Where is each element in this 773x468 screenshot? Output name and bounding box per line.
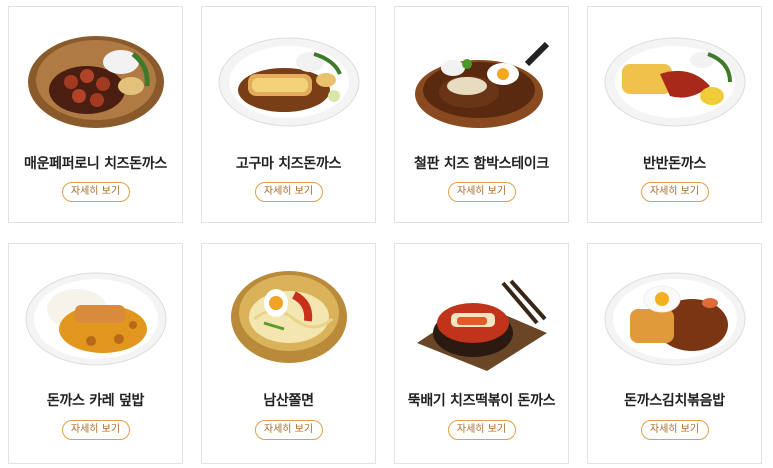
pepperoni-cutlet-dish-icon[interactable] <box>9 21 182 139</box>
menu-grid: 매운페퍼로니 치즈돈까스 자세히 보기 고구마 치즈돈까스 자세히 보기 철판 … <box>0 0 773 468</box>
menu-card[interactable]: 철판 치즈 함박스테이크 자세히 보기 <box>394 6 569 223</box>
detail-button[interactable]: 자세히 보기 <box>254 182 323 202</box>
menu-item-name: 돈까스김치볶음밥 <box>624 393 725 409</box>
half-half-cutlet-dish-icon[interactable] <box>588 21 761 139</box>
menu-item-name: 반반돈까스 <box>643 156 706 172</box>
menu-item-name: 매운페퍼로니 치즈돈까스 <box>24 156 167 172</box>
detail-button[interactable]: 자세히 보기 <box>254 420 323 440</box>
kimchi-fried-rice-cutlet-icon[interactable] <box>588 260 761 378</box>
cold-noodle-bowl-icon[interactable] <box>202 260 375 378</box>
sweet-potato-cutlet-dish-icon[interactable] <box>202 21 375 139</box>
cutlet-curry-rice-icon[interactable] <box>9 260 182 378</box>
menu-card[interactable]: 뚝배기 치즈떡볶이 돈까스 자세히 보기 <box>394 243 569 464</box>
menu-card[interactable]: 반반돈까스 자세히 보기 <box>587 6 762 223</box>
menu-item-name: 뚝배기 치즈떡볶이 돈까스 <box>407 393 556 409</box>
hamburg-steak-sizzling-plate-icon[interactable] <box>395 21 568 139</box>
menu-item-name: 고구마 치즈돈까스 <box>235 156 342 172</box>
menu-card[interactable]: 고구마 치즈돈까스 자세히 보기 <box>201 6 376 223</box>
menu-card[interactable]: 매운페퍼로니 치즈돈까스 자세히 보기 <box>8 6 183 223</box>
detail-button[interactable]: 자세히 보기 <box>447 182 516 202</box>
menu-card[interactable]: 남산쫄면 자세히 보기 <box>201 243 376 464</box>
detail-button[interactable]: 자세히 보기 <box>640 182 709 202</box>
menu-item-name: 남산쫄면 <box>263 393 314 409</box>
menu-item-name: 철판 치즈 함박스테이크 <box>414 156 549 172</box>
menu-card[interactable]: 돈까스 카레 덮밥 자세히 보기 <box>8 243 183 464</box>
detail-button[interactable]: 자세히 보기 <box>61 182 130 202</box>
menu-card[interactable]: 돈까스김치볶음밥 자세히 보기 <box>587 243 762 464</box>
earthenware-tteokbokki-icon[interactable] <box>395 260 568 378</box>
detail-button[interactable]: 자세히 보기 <box>61 420 130 440</box>
menu-item-name: 돈까스 카레 덮밥 <box>46 393 145 409</box>
detail-button[interactable]: 자세히 보기 <box>640 420 709 440</box>
detail-button[interactable]: 자세히 보기 <box>447 420 516 440</box>
